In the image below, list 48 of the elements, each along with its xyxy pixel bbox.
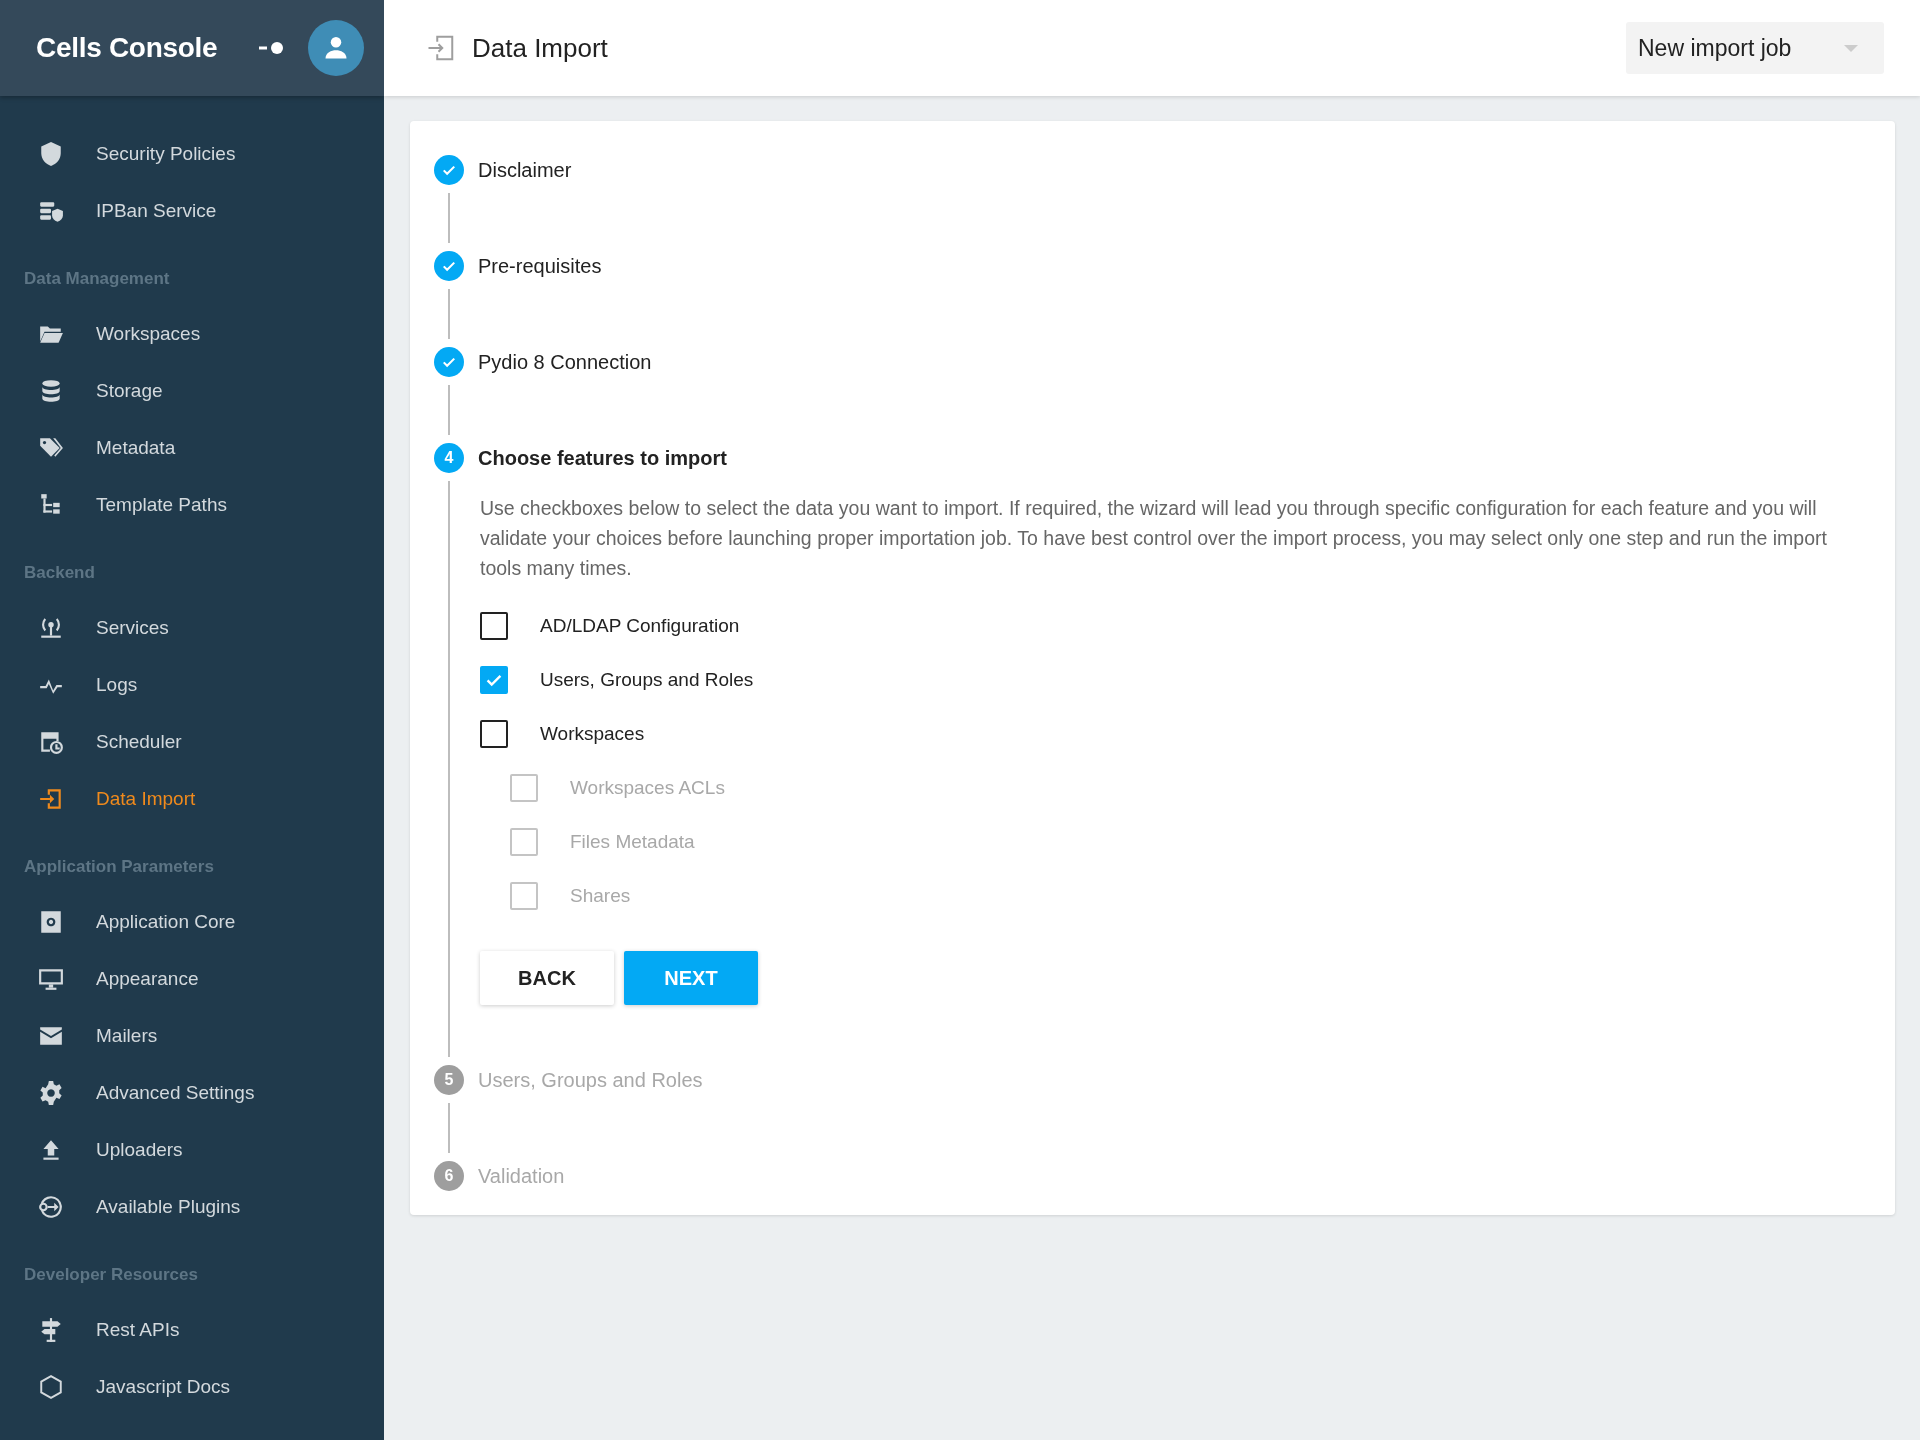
sidebar-item[interactable]: Services bbox=[0, 599, 384, 656]
user-avatar[interactable] bbox=[308, 20, 364, 76]
job-select[interactable]: New import job bbox=[1626, 22, 1884, 74]
sidebar-item[interactable]: Metadata bbox=[0, 419, 384, 476]
feature-checkbox[interactable]: AD/LDAP Configuration bbox=[480, 599, 1871, 653]
feature-checkbox[interactable]: Workspaces bbox=[480, 707, 1871, 761]
step-number: 5 bbox=[434, 1065, 464, 1095]
sidebar-item[interactable]: Scheduler bbox=[0, 713, 384, 770]
step-description: Use checkboxes below to select the data you want to import. If required, the wizard will lead you through specific configuration for each feature and you will validate your choices before launching proper importation job. To have best control over the import process, you may select only one step and run the import tools many times. bbox=[480, 496, 1828, 581]
sidebar-item[interactable]: Available Plugins bbox=[0, 1178, 384, 1235]
step-title: Choose features to import bbox=[478, 446, 727, 470]
feature-checkbox[interactable]: Users, Groups and Roles bbox=[480, 653, 1871, 707]
section-heading: Application Parameters bbox=[23, 856, 215, 878]
sidebar-item[interactable]: Advanced Settings bbox=[0, 1064, 384, 1121]
sidebar-item[interactable]: Javascript Docs bbox=[0, 1358, 384, 1415]
circle-arrow-icon bbox=[38, 1193, 64, 1220]
sidebar-item[interactable]: Application Core bbox=[0, 893, 384, 950]
sidebar-item[interactable]: Mailers bbox=[0, 1007, 384, 1064]
section-heading: Data Management bbox=[23, 268, 171, 290]
gear-box-icon bbox=[38, 908, 64, 935]
hexagon-icon bbox=[38, 1373, 64, 1400]
sidebar-item[interactable]: Uploaders bbox=[0, 1121, 384, 1178]
step-title: Pydio 8 Connection bbox=[478, 350, 652, 374]
app-title: Cells Console bbox=[36, 32, 218, 64]
step-title: Users, Groups and Roles bbox=[478, 1068, 703, 1092]
sidebar-item[interactable]: Storage bbox=[0, 362, 384, 419]
sidebar-item[interactable]: Logs bbox=[0, 656, 384, 713]
sidebar-item[interactable]: Security Policies bbox=[0, 125, 384, 182]
import-icon bbox=[426, 33, 456, 63]
section-heading: Developer Resources bbox=[23, 1264, 199, 1286]
step-title: Validation bbox=[478, 1164, 565, 1188]
sidebar-item[interactable]: Template Paths bbox=[0, 476, 384, 533]
step-number: 4 bbox=[434, 443, 464, 473]
page-title: Data Import bbox=[472, 32, 608, 64]
step-number: 6 bbox=[434, 1161, 464, 1191]
step-title: Disclaimer bbox=[478, 158, 572, 182]
sidebar-item[interactable]: Data Import bbox=[0, 770, 384, 827]
settings-icon bbox=[38, 1079, 64, 1106]
sidebar-item[interactable]: IPBan Service bbox=[0, 182, 384, 239]
toggle-icon[interactable] bbox=[259, 41, 286, 55]
shield-icon bbox=[38, 140, 64, 167]
sidebar-item[interactable]: Rest APIs bbox=[0, 1301, 384, 1358]
step-title: Pre-requisites bbox=[478, 254, 602, 278]
sidebar-item[interactable]: Appearance bbox=[0, 950, 384, 1007]
sidebar-item[interactable]: Workspaces bbox=[0, 305, 384, 362]
back-button[interactable]: BACK bbox=[480, 951, 614, 1005]
caret-icon bbox=[1844, 44, 1858, 52]
section-heading: Backend bbox=[23, 562, 96, 584]
